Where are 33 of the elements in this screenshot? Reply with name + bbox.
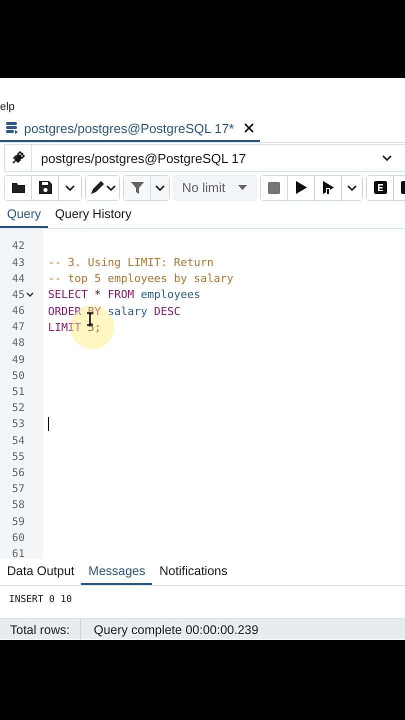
line-number: 55 bbox=[12, 450, 25, 463]
line-number: 59 bbox=[12, 516, 25, 528]
line-number: 45 bbox=[12, 288, 25, 301]
line-number: 42 bbox=[12, 240, 25, 252]
tab[interactable]: Notifications bbox=[152, 559, 234, 586]
tab[interactable]: Data Output bbox=[0, 559, 82, 586]
line-number: 61 bbox=[12, 548, 25, 560]
line-number: 43 bbox=[12, 256, 25, 269]
query-tab[interactable]: postgres/postgres@PostgreSQL 17* bbox=[0, 116, 260, 142]
line-number: 44 bbox=[12, 272, 25, 285]
row-limit-select[interactable]: No limit bbox=[173, 175, 257, 201]
line-number: 51 bbox=[12, 386, 25, 398]
line-number: 58 bbox=[12, 499, 25, 512]
line-number: 56 bbox=[12, 466, 25, 479]
total-rows-label: Total rows: bbox=[0, 619, 81, 640]
menu-item[interactable]: elp bbox=[0, 101, 15, 113]
tab[interactable]: Query History bbox=[48, 202, 138, 228]
query-status: Query complete 00:00:00.239 bbox=[92, 622, 258, 637]
connection-select[interactable]: postgres/postgres@PostgreSQL 17 bbox=[4, 144, 405, 172]
line-number: 54 bbox=[12, 434, 25, 447]
line-number: 52 bbox=[12, 402, 25, 414]
code-line: -- top 5 employees by salary bbox=[48, 272, 234, 286]
line-number: 50 bbox=[12, 370, 25, 382]
code-line: -- 3. Using LIMIT: Return bbox=[48, 256, 214, 270]
line-number: 53 bbox=[12, 418, 25, 430]
line-number: 49 bbox=[12, 354, 25, 366]
line-number: 47 bbox=[12, 321, 25, 334]
line-number: 57 bbox=[12, 483, 25, 496]
message-text: INSERT 0 10 bbox=[9, 594, 73, 606]
line-number: 48 bbox=[12, 337, 25, 350]
line-number: 60 bbox=[12, 532, 25, 544]
line-number: 46 bbox=[12, 305, 25, 318]
code-line: SELECT * FROM employees bbox=[48, 288, 200, 302]
